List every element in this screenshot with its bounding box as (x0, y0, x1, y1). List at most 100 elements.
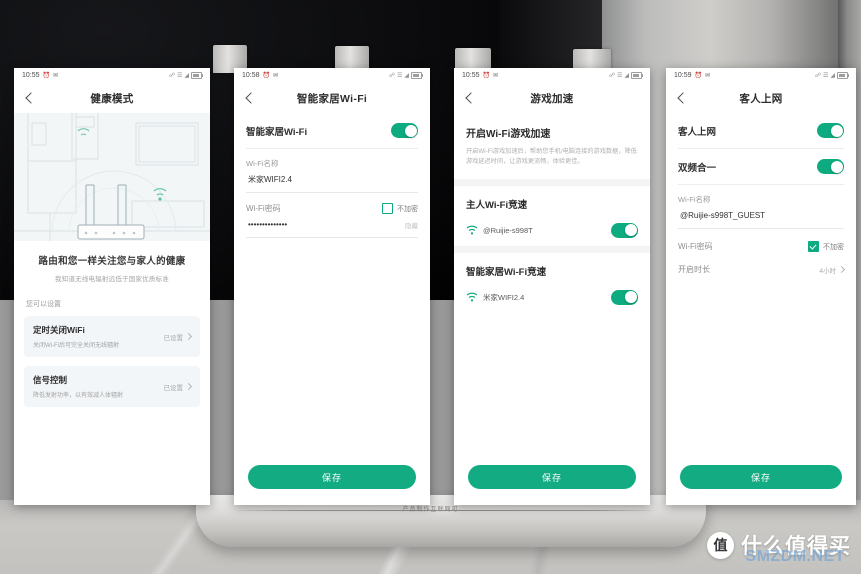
back-button-icon[interactable] (463, 91, 477, 105)
duration-label: 开启时长 (678, 265, 710, 274)
guest-network-label: 客人上网 (678, 126, 717, 138)
page-title: 智能家居Wi-Fi (296, 92, 368, 105)
battery-icon (837, 72, 849, 79)
ssid-field[interactable] (678, 210, 844, 229)
nav-bar: 游戏加速 (454, 83, 650, 113)
no-encrypt-checkbox[interactable] (808, 241, 819, 252)
ssid-input[interactable] (678, 210, 844, 221)
password-label-row: Wi-Fi密码 不加密 (234, 201, 430, 214)
wifi-icon (466, 293, 478, 302)
nav-bar: 智能家居Wi-Fi (234, 83, 430, 113)
page-body: 开启Wi-Fi游戏加速 开启Wi-Fi游戏加速后，帮助您手机/电脑连接的游戏数据… (454, 113, 650, 465)
alarm-icon: ⏰ (694, 73, 703, 79)
smart-home-wifi-toggle-row[interactable]: 智能家居Wi-Fi (234, 113, 430, 148)
save-area: 保存 (454, 465, 650, 505)
save-button[interactable]: 保存 (680, 465, 842, 489)
back-button-icon[interactable] (243, 91, 257, 105)
bluetooth-icon: ☍ (168, 73, 175, 79)
bluetooth-icon: ☍ (814, 73, 821, 79)
host-wifi-ssid: @Ruijie-s998T (483, 225, 533, 235)
password-label: Wi-Fi密码 (246, 204, 281, 213)
screenshot-game-acceleration: 10:55 ⏰ ✉ ☍ ☰ ◢ 游戏加速 开启Wi-Fi游戏加速 开启Wi-Fi… (454, 68, 650, 505)
status-time: 10:55 (462, 72, 480, 79)
smart-home-wifi-section-title: 智能家居Wi-Fi竞速 (466, 266, 547, 278)
message-icon: ✉ (705, 73, 711, 79)
back-button-icon[interactable] (23, 91, 37, 105)
card-title: 定时关闭WiFi (33, 325, 85, 335)
signal-icon: ☰ (176, 73, 183, 79)
duration-row[interactable]: 开启时长 4小时 (666, 252, 856, 275)
smart-home-wifi-row[interactable]: 米家WIFI2.4 (454, 282, 650, 313)
host-wifi-row[interactable]: @Ruijie-s998T (454, 215, 650, 246)
setting-card-signal-control[interactable]: 信号控制 降低发射功率，以有效减人体辐射 已设置 (24, 366, 200, 407)
status-bar: 10:55 ⏰ ✉ ☍ ☰ ◢ (454, 68, 650, 83)
wifi-icon (466, 226, 478, 235)
signal-icon: ☰ (396, 73, 403, 79)
wifi-signal-icon (153, 188, 167, 201)
wifi-signal-icon-2 (77, 128, 90, 136)
no-encrypt-label: 不加密 (823, 243, 844, 251)
screenshot-guest-network: 10:59 ⏰ ✉ ☍ ☰ ◢ 客人上网 客人上网 双频合一 Wi-Fi名称 @… (666, 68, 856, 505)
page-title: 健康模式 (90, 92, 134, 105)
card-action-label: 已设置 (163, 334, 184, 342)
dual-band-label: 双频合一 (678, 162, 717, 174)
setting-card-timed-wifi-off[interactable]: 定时关闭WiFi 关闭Wi-Fi后可完全关闭无线辐射 已设置 (24, 316, 200, 357)
save-area: 保存 (666, 465, 856, 505)
status-time: 10:55 (22, 72, 40, 79)
password-visibility-hint[interactable]: 隐藏 (399, 220, 418, 230)
smart-home-wifi-toggle[interactable] (391, 123, 418, 138)
card-description: 降低发射功率，以有效减人体辐射 (33, 393, 124, 399)
chevron-right-icon (184, 332, 193, 341)
game-accel-description: 开启Wi-Fi游戏加速后，帮助您手机/电脑连接的游戏数据，降低游戏延迟时间，让游… (466, 148, 637, 165)
ssid-input[interactable] (246, 174, 418, 185)
guest-network-toggle-row[interactable]: 客人上网 (666, 113, 856, 148)
no-encrypt-label: 不加密 (397, 205, 418, 213)
health-subheadline: 我知道无线电辐射远低于国家优质标准 (55, 276, 169, 283)
wifi-icon: ◢ (624, 73, 629, 79)
wifi-icon: ◢ (830, 73, 835, 79)
bluetooth-icon: ☍ (388, 73, 395, 79)
no-encrypt-checkbox[interactable] (382, 203, 393, 214)
host-wifi-section-title: 主人Wi-Fi竞速 (466, 199, 528, 211)
battery-icon (411, 72, 423, 79)
chevron-right-icon (837, 265, 846, 274)
no-encrypt-checkbox-wrap[interactable]: 不加密 (382, 203, 418, 214)
room-router-line-art (14, 113, 210, 241)
message-icon: ✉ (493, 73, 499, 79)
ssid-label: Wi-Fi名称 (246, 159, 279, 168)
password-field[interactable]: 隐藏 (246, 219, 418, 238)
save-button[interactable]: 保存 (248, 465, 416, 489)
dual-band-toggle-row[interactable]: 双频合一 (666, 149, 856, 184)
smart-home-wifi-toggle[interactable] (611, 289, 638, 305)
password-input[interactable] (246, 219, 399, 230)
card-action-label: 已设置 (163, 384, 184, 392)
toggle-label: 智能家居Wi-Fi (246, 126, 308, 138)
ssid-field[interactable] (246, 174, 418, 193)
nav-bar: 健康模式 (14, 83, 210, 113)
back-button-icon[interactable] (675, 91, 689, 105)
smart-home-wifi-ssid: 米家WIFI2.4 (483, 292, 525, 302)
save-button[interactable]: 保存 (468, 465, 636, 489)
password-label-row: Wi-Fi密码 不加密 (666, 235, 856, 252)
nav-bar: 客人上网 (666, 83, 856, 113)
alarm-icon: ⏰ (482, 73, 491, 79)
status-bar: 10:55 ⏰ ✉ ☍ ☰ ◢ (14, 68, 210, 83)
ssid-label: Wi-Fi名称 (678, 195, 711, 204)
page-title: 客人上网 (739, 92, 783, 105)
status-bar: 10:59 ⏰ ✉ ☍ ☰ ◢ (666, 68, 856, 83)
dual-band-toggle[interactable] (817, 159, 844, 174)
host-wifi-toggle[interactable] (611, 222, 638, 238)
page-title: 游戏加速 (530, 92, 574, 105)
screenshot-smart-home-wifi: 10:58 ⏰ ✉ ☍ ☰ ◢ 智能家居Wi-Fi 智能家居Wi-Fi Wi-F… (234, 68, 430, 505)
card-description: 关闭Wi-Fi后可完全关闭无线辐射 (33, 343, 119, 349)
message-icon: ✉ (273, 73, 279, 79)
wifi-icon: ◢ (184, 73, 189, 79)
no-encrypt-checkbox-wrap[interactable]: 不加密 (808, 241, 844, 252)
alarm-icon: ⏰ (42, 73, 51, 79)
screenshot-health-mode: 10:55 ⏰ ✉ ☍ ☰ ◢ 健康模式 路由和您一样关注您与家人的健康 我知道… (14, 68, 210, 505)
save-area: 保存 (234, 465, 430, 505)
status-time: 10:59 (674, 72, 692, 79)
signal-icon: ☰ (822, 73, 829, 79)
guest-network-toggle[interactable] (817, 123, 844, 138)
settings-section-label: 您可以设置 (26, 301, 61, 308)
